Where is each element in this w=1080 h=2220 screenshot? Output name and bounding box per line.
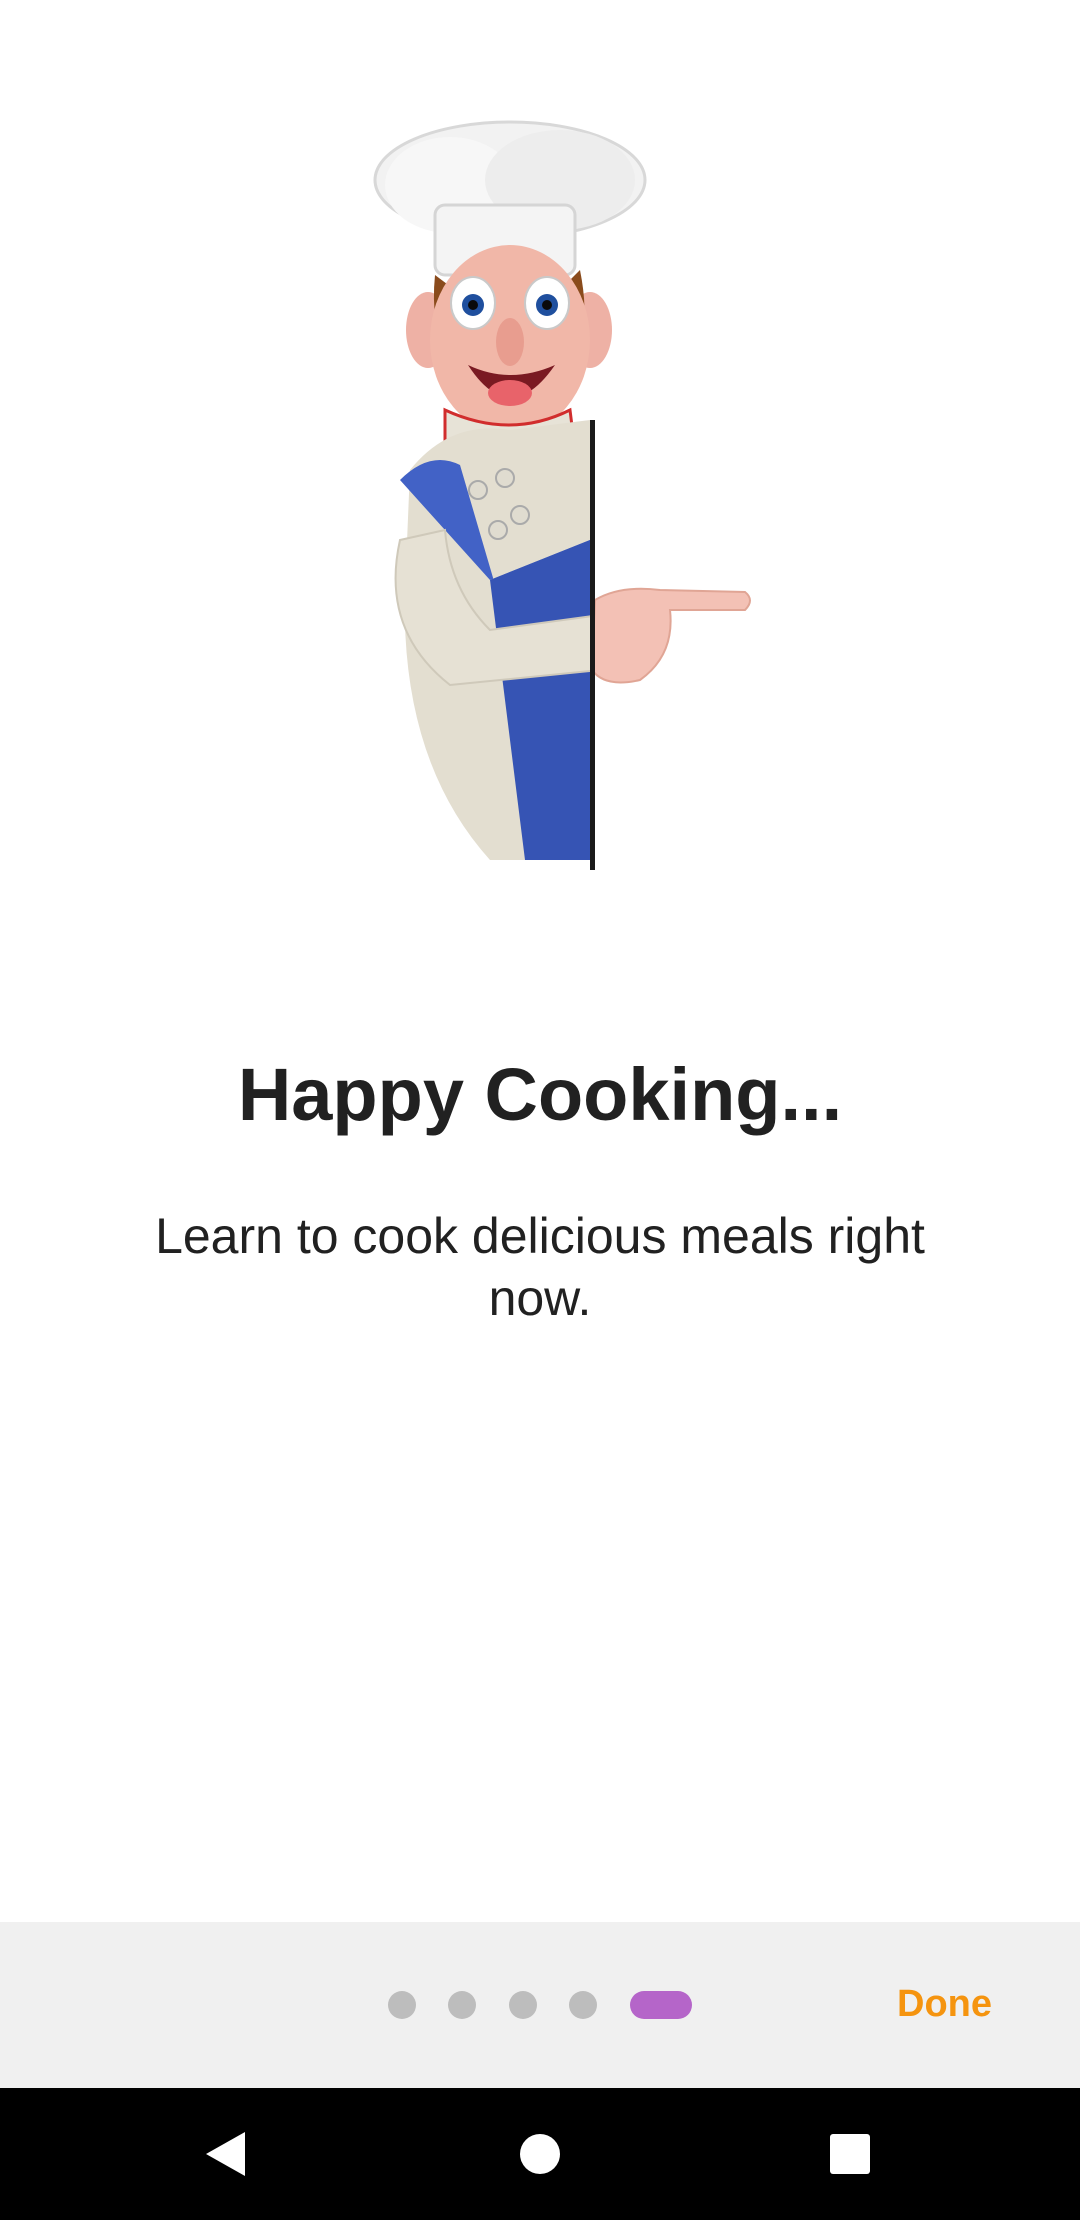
recents-square-icon [830,2134,870,2174]
chef-illustration [360,110,760,870]
back-button[interactable] [186,2114,266,2194]
page-dot-4[interactable] [569,1991,597,2019]
page-dot-3[interactable] [509,1991,537,2019]
home-button[interactable] [500,2114,580,2194]
system-navigation-bar [0,2088,1080,2220]
onboarding-bottom-bar: Done [0,1922,1080,2088]
recents-button[interactable] [810,2114,890,2194]
back-triangle-icon [206,2132,245,2176]
page-description: Learn to cook delicious meals right now. [155,1208,925,1326]
page-title: Happy Cooking... [237,1053,843,1136]
page-dot-1[interactable] [388,1991,416,2019]
done-button[interactable]: Done [897,1974,992,2034]
page-dot-5-active[interactable] [630,1991,692,2019]
page-dot-2[interactable] [448,1991,476,2019]
onboarding-screen: Happy Cooking... Learn to cook delicious… [0,0,1080,2220]
home-circle-icon [520,2134,560,2174]
